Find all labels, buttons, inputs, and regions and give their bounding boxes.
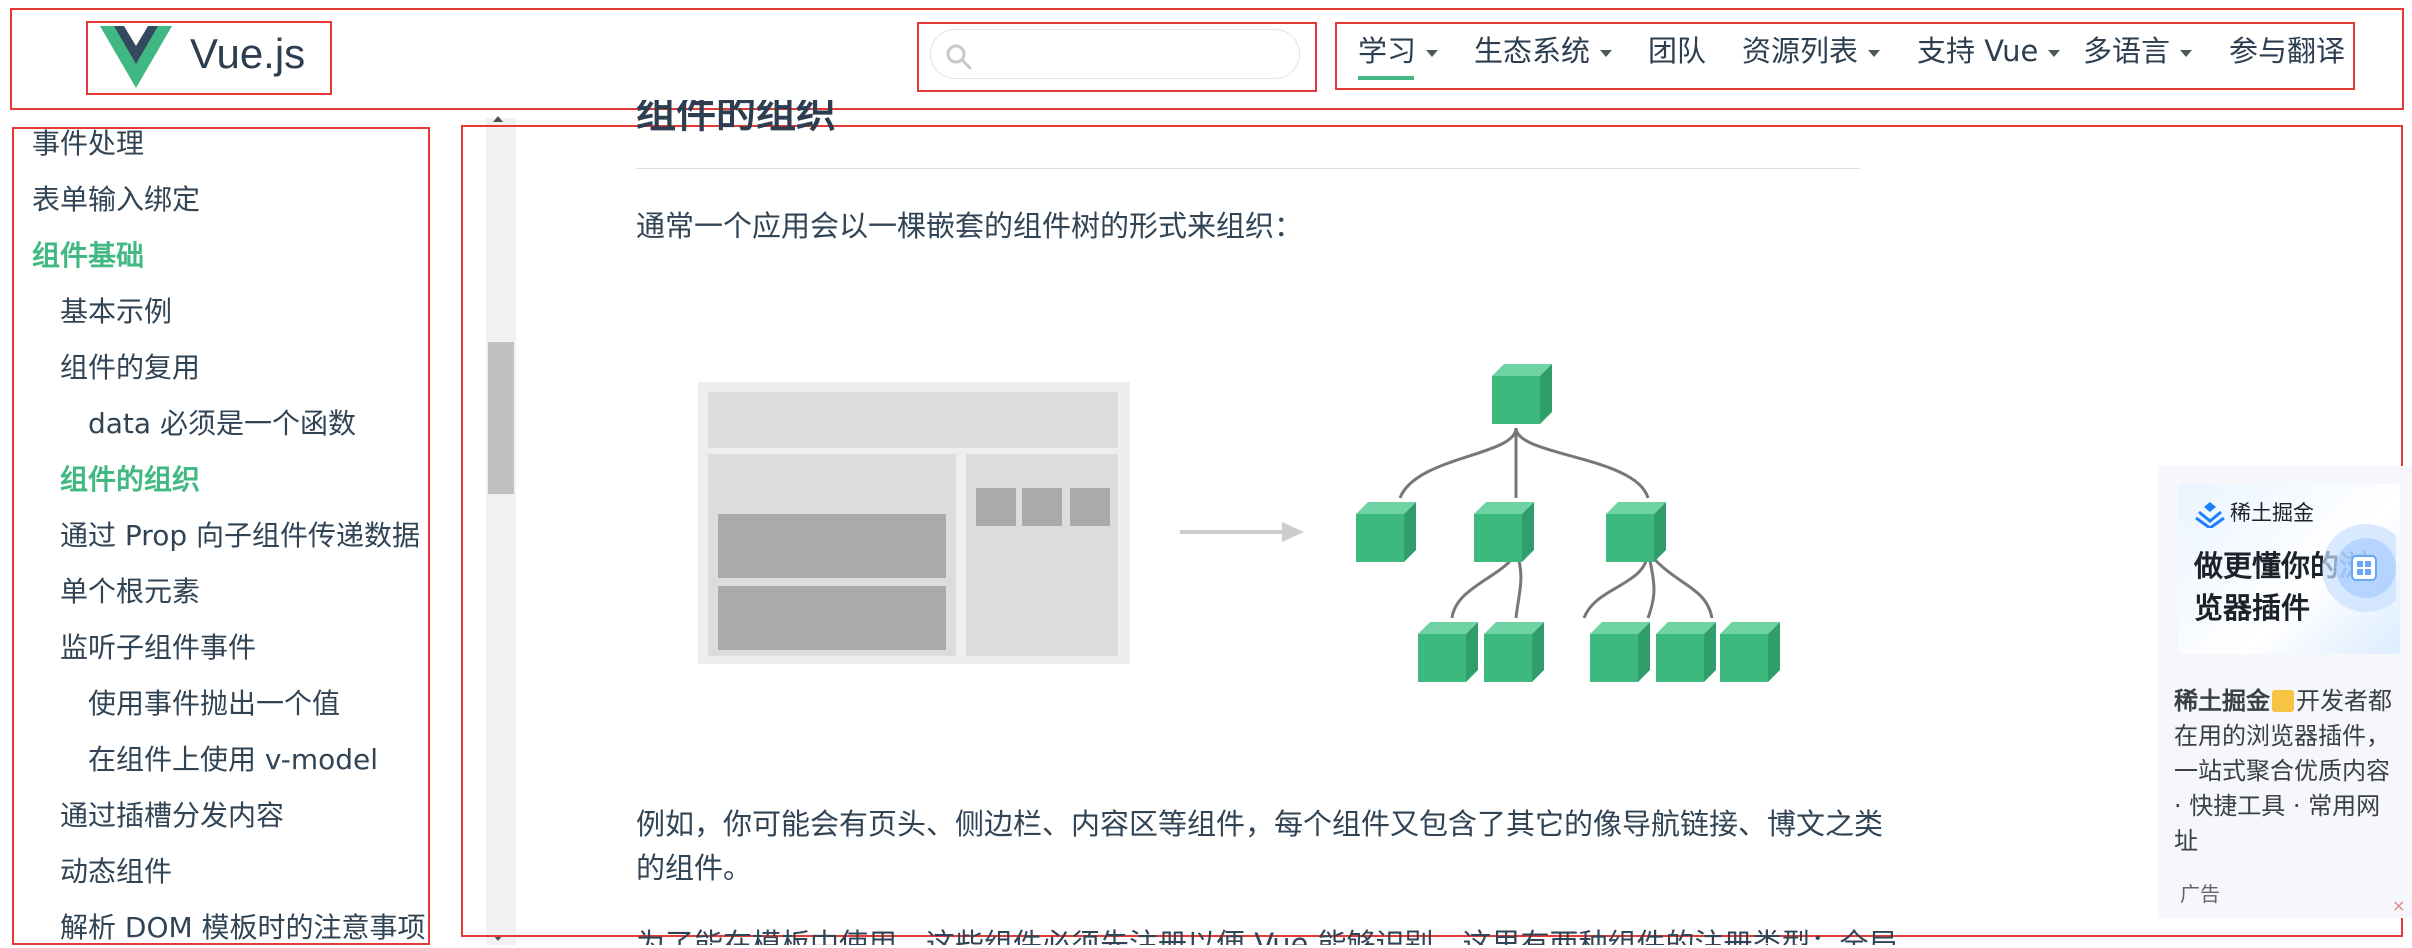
example-paragraph-line2: 的组件。 [636, 851, 753, 885]
ad-brand: 稀土掘金 [2230, 501, 2314, 525]
component-cube [1720, 622, 1780, 682]
component-cube [1656, 622, 1716, 682]
close-icon[interactable]: × [2392, 896, 2405, 915]
ad-label: 广告 [2180, 882, 2220, 906]
sidebar-item-event-handling[interactable]: 事件处理 [32, 124, 144, 164]
scroll-down-arrow-icon[interactable] [493, 935, 503, 941]
scrollbar-track[interactable] [486, 118, 516, 945]
nav-learn[interactable]: 学习 [1358, 29, 1439, 73]
section-heading: 组件的组织 [636, 91, 836, 137]
nav-ecosystem[interactable]: 生态系统 [1474, 29, 1613, 73]
sidebar-item-emit-value[interactable]: 使用事件抛出一个值 [88, 684, 340, 724]
sidebar-item-data-function[interactable]: data 必须是一个函数 [88, 404, 356, 444]
component-cube [1484, 622, 1544, 682]
component-cube [1606, 502, 1666, 562]
nav-support-label: 支持 Vue [1917, 34, 2039, 68]
nav-languages[interactable]: 多语言 [2083, 29, 2193, 73]
sidebar-item-single-root[interactable]: 单个根元素 [60, 572, 200, 612]
sidebar-item-dom-template[interactable]: 解析 DOM 模板时的注意事项 [60, 908, 426, 948]
component-cube [1418, 622, 1478, 682]
chevron-down-icon [2048, 49, 2061, 57]
nav-team[interactable]: 团队 [1648, 29, 1706, 73]
component-tree-diagram [698, 364, 1780, 682]
sidebar-item-basic-example[interactable]: 基本示例 [60, 292, 172, 332]
heading-divider [636, 168, 1860, 169]
sidebar-item-props[interactable]: 通过 Prop 向子组件传递数据 [60, 516, 420, 556]
nav-support[interactable]: 支持 Vue [1917, 29, 2061, 73]
nav-learn-label: 学习 [1358, 34, 1417, 68]
nav-languages-label: 多语言 [2083, 34, 2171, 68]
registration-paragraph: 为了能在模板中使用，这些组件必须先注册以便 Vue 能够识别。这里有两种组件的注… [636, 927, 1898, 945]
sidebar-item-component-basics[interactable]: 组件基础 [32, 236, 144, 276]
intro-paragraph: 通常一个应用会以一棵嵌套的组件树的形式来组织： [636, 209, 1304, 243]
nav-active-indicator [1358, 76, 1414, 80]
sidebar-item-v-model[interactable]: 在组件上使用 v-model [88, 740, 378, 780]
component-cube [1590, 622, 1650, 682]
component-cube [1474, 502, 1534, 562]
chevron-down-icon [1868, 49, 1881, 57]
nav-resources[interactable]: 资源列表 [1742, 29, 1881, 73]
nav-translate-label: 参与翻译 [2229, 34, 2346, 68]
emoji-icon [2272, 690, 2294, 712]
nav-ecosystem-label: 生态系统 [1474, 34, 1591, 68]
sidebar-item-child-events[interactable]: 监听子组件事件 [60, 628, 256, 668]
ad-description-brand: 稀土掘金 [2174, 687, 2270, 715]
component-cube [1492, 364, 1552, 424]
browser-plugin-icon [2322, 524, 2396, 612]
sidebar-item-slots[interactable]: 通过插槽分发内容 [60, 796, 284, 836]
nav-translate[interactable]: 参与翻译 [2229, 29, 2345, 73]
chevron-down-icon [2180, 49, 2193, 57]
example-paragraph-line1: 例如，你可能会有页头、侧边栏、内容区等组件，每个组件又包含了其它的像导航链接、博… [636, 807, 1884, 841]
scrollbar-thumb[interactable] [488, 342, 514, 494]
ad-description: 稀土掘金 开发者都在用的浏览器插件，一站式聚合优质内容 · 快捷工具 · 常用网址 [2174, 684, 2404, 859]
component-cube [1356, 502, 1416, 562]
nav-resources-label: 资源列表 [1742, 34, 1859, 68]
nav-team-label: 团队 [1648, 34, 1707, 68]
logo-text[interactable]: Vue.js [190, 24, 305, 84]
sidebar-item-dynamic[interactable]: 动态组件 [60, 852, 172, 892]
search-input[interactable] [930, 29, 1300, 79]
sidebar-item-organization[interactable]: 组件的组织 [60, 460, 200, 500]
chevron-down-icon [1426, 49, 1439, 57]
sidebar-item-reuse[interactable]: 组件的复用 [60, 348, 200, 388]
chevron-down-icon [1600, 49, 1613, 57]
sidebar-item-form-input[interactable]: 表单输入绑定 [32, 180, 200, 220]
juejin-logo-icon [2195, 502, 2225, 528]
scroll-up-arrow-icon[interactable] [493, 116, 503, 122]
vue-logo-icon[interactable] [100, 26, 172, 90]
search-icon [946, 44, 972, 70]
